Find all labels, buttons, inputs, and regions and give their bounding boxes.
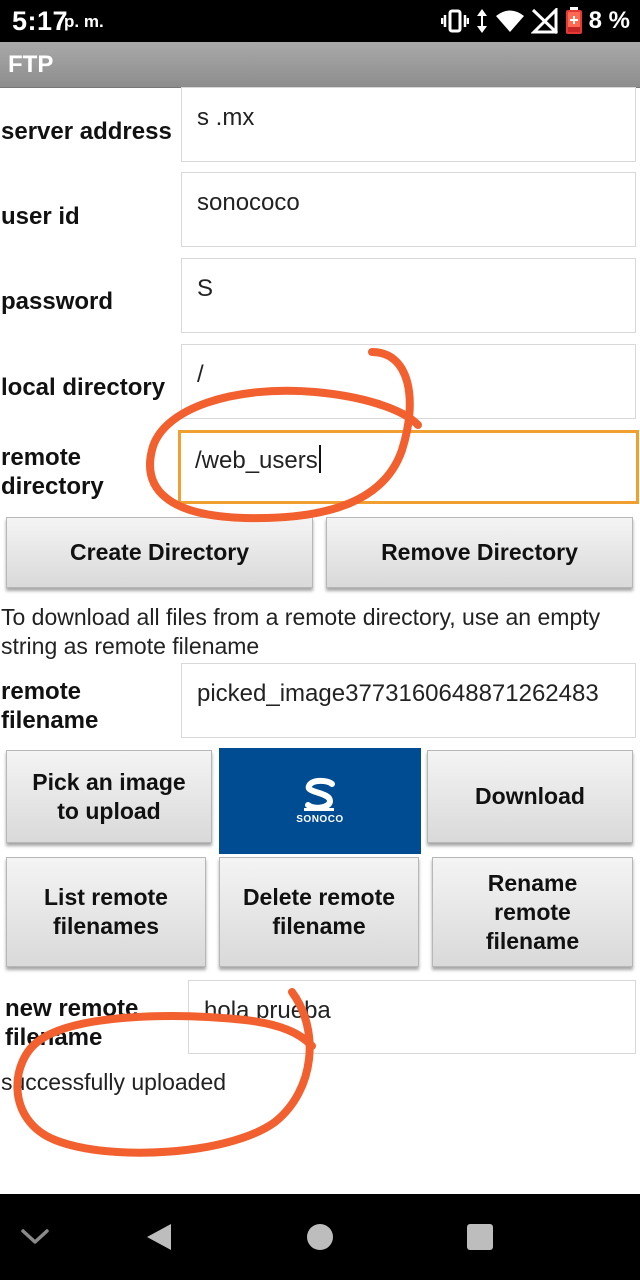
wifi-icon xyxy=(495,10,524,32)
battery-low-icon xyxy=(565,7,582,34)
new-remote-filename-label: new remote filename xyxy=(5,994,138,1052)
sonoco-logo: SONOCO xyxy=(219,748,421,854)
no-signal-icon xyxy=(530,8,558,34)
local-directory-field[interactable]: / xyxy=(181,344,636,419)
remote-filename-label-line2: filename xyxy=(1,707,99,734)
download-hint-text: To download all files from a remote dire… xyxy=(1,604,601,659)
clock-period: p. m. xyxy=(64,12,104,31)
text-caret xyxy=(318,445,321,473)
remote-directory-value: /web_users xyxy=(195,447,318,474)
password-label: password xyxy=(1,288,114,315)
sonoco-s-logo-icon xyxy=(304,777,335,811)
remote-directory-label-line2: directory xyxy=(1,473,104,500)
remote-directory-label: remote directory xyxy=(1,443,104,501)
remote-filename-label-line1: remote xyxy=(1,678,82,705)
user-id-label: user id xyxy=(1,203,80,230)
home-icon[interactable] xyxy=(306,1223,334,1251)
back-icon[interactable] xyxy=(145,1222,173,1252)
clock: 5:17 xyxy=(12,6,69,36)
remove-directory-button[interactable]: Remove Directory xyxy=(326,517,633,588)
rename-remote-label-line2: remote xyxy=(494,898,571,925)
data-arrows-icon xyxy=(476,9,487,33)
list-remote-label-line1: List remote xyxy=(44,884,168,910)
list-remote-label-line2: filenames xyxy=(52,913,160,939)
remote-directory-field[interactable]: /web_users xyxy=(178,430,639,504)
create-directory-button[interactable]: Create Directory xyxy=(6,517,313,588)
status-bar: 5:17 p. m. 8 % xyxy=(0,0,640,42)
new-remote-filename-field[interactable]: hola prueba xyxy=(188,980,636,1054)
password-field[interactable]: S xyxy=(181,258,636,333)
new-remote-filename-label-line1: new remote xyxy=(5,995,139,1022)
chevron-down-icon[interactable] xyxy=(20,1226,50,1246)
pick-image-label-line2: to upload xyxy=(57,797,161,824)
local-directory-label: local directory xyxy=(1,374,166,401)
delete-remote-filename-button[interactable]: Delete remote filename xyxy=(219,857,419,967)
battery-percent: 8 % xyxy=(588,7,630,34)
status-icons: 8 % xyxy=(440,6,630,36)
pick-image-label-line1: Pick an image xyxy=(32,768,186,795)
recents-icon[interactable] xyxy=(466,1223,494,1251)
new-remote-filename-value: hola prueba xyxy=(204,997,331,1024)
password-value: S xyxy=(197,275,214,302)
download-button[interactable]: Download xyxy=(427,750,633,843)
rename-remote-label-line3: filename xyxy=(485,927,580,954)
app-title: FTP xyxy=(8,51,54,78)
delete-remote-label-line1: Delete remote xyxy=(242,884,396,910)
server-address-field[interactable]: s .mx xyxy=(181,87,636,162)
remote-directory-label-line1: remote xyxy=(1,444,82,471)
user-id-value: sonococo xyxy=(197,189,300,216)
logo-wordmark: SONOCO xyxy=(296,814,344,825)
upload-status-message: successfully uploaded xyxy=(1,1069,227,1095)
pick-image-button[interactable]: Pick an image to upload xyxy=(6,750,212,843)
user-id-field[interactable]: sonococo xyxy=(181,172,636,247)
server-address-value: s .mx xyxy=(197,104,255,131)
local-directory-value: / xyxy=(197,361,204,388)
navigation-bar xyxy=(0,1194,640,1280)
new-remote-filename-label-line2: filename xyxy=(5,1024,103,1051)
remote-filename-field[interactable]: picked_image3773160648871262483 xyxy=(181,663,636,738)
app-title-bar: FTP xyxy=(0,42,640,88)
vibrate-icon xyxy=(440,9,469,33)
rename-remote-filename-button[interactable]: Rename remote filename xyxy=(432,857,633,967)
remote-filename-value: picked_image3773160648871262483 xyxy=(197,680,599,707)
delete-remote-label-line2: filename xyxy=(272,913,366,939)
list-remote-filenames-button[interactable]: List remote filenames xyxy=(6,857,206,967)
rename-remote-label-line1: Rename xyxy=(487,869,578,896)
server-address-label: server address xyxy=(1,118,172,145)
remote-filename-label: remote filename xyxy=(1,677,98,735)
